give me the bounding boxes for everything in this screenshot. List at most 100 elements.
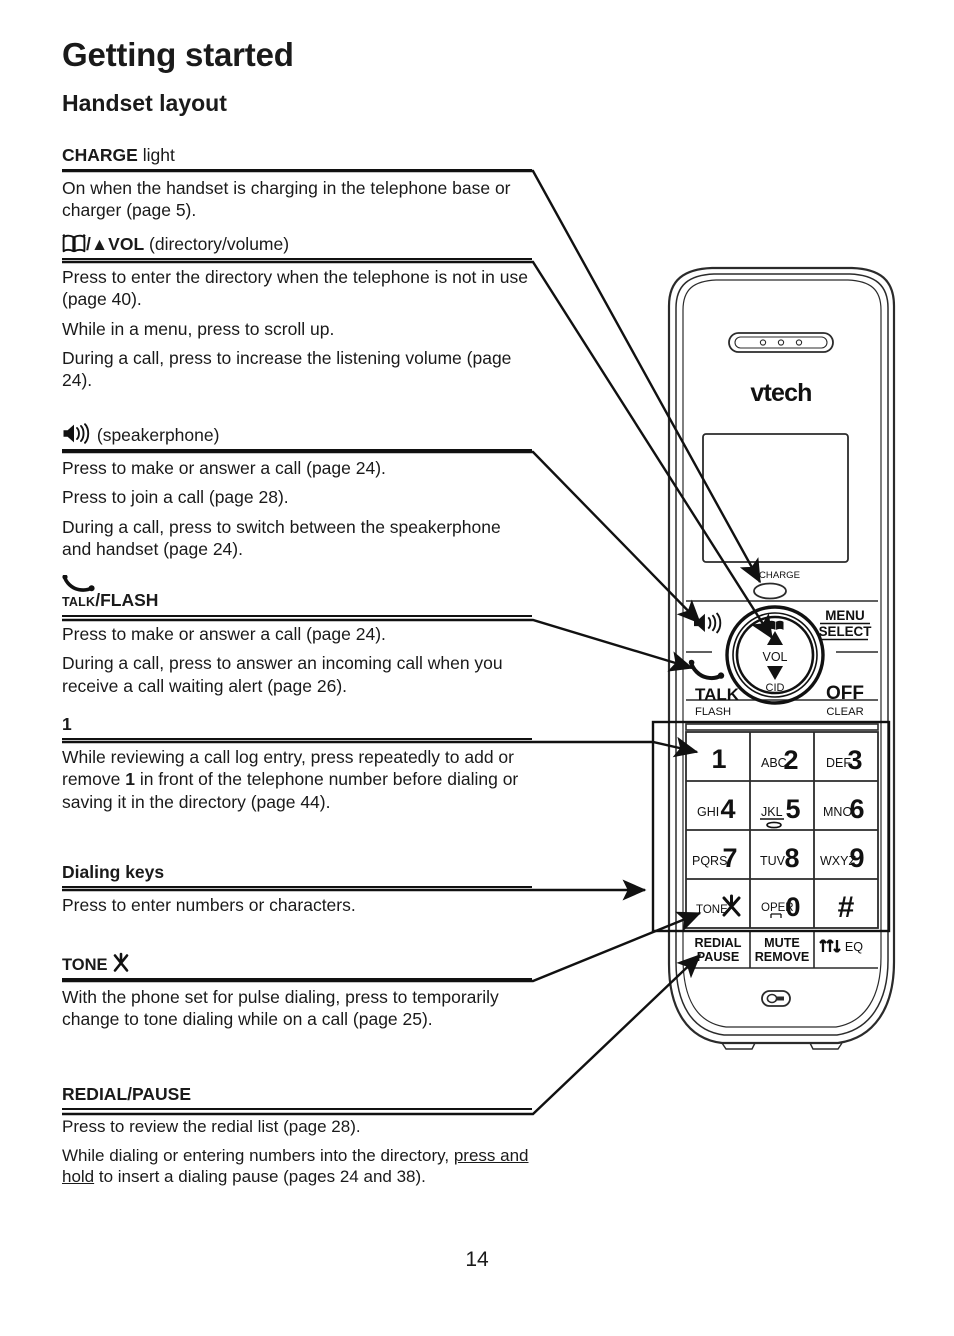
section-paragraph: With the phone set for pulse dialing, pr… [62, 986, 499, 1030]
key-5-letters: JKL [761, 805, 783, 819]
nav-vol-label: VOL [762, 650, 787, 664]
section-charge-light: CHARGE light On when the handset is char… [62, 145, 532, 222]
section-heading-bold: /▲VOL [86, 234, 145, 254]
section-paragraph: During a call, press to answer an incomi… [62, 653, 503, 696]
key-9-digit: 9 [849, 843, 864, 873]
section-key-one: 1 While reviewing a call log entry, pres… [62, 714, 532, 813]
inline-emphasis-press-hold: press and hold [62, 1145, 529, 1187]
page-number: 14 [465, 1248, 489, 1271]
section-heading-key-one: 1 [62, 714, 532, 738]
section-paragraph: While reviewing a call log entry, press … [62, 746, 519, 812]
key-7-digit: 7 [722, 843, 737, 873]
key-0-letters: OPER [761, 902, 794, 914]
speakerphone-icon [62, 423, 92, 444]
section-speakerphone: (speakerphone) Press to make or answer a… [62, 423, 532, 560]
redial-key-line1: REDIAL [695, 936, 742, 950]
clear-key-label: CLEAR [826, 706, 863, 718]
function-row: REDIAL PAUSE MUTE REMOVE EQ [686, 932, 878, 969]
talk-label-wrap: TALK [62, 574, 96, 612]
section-paragraph: Press to enter numbers or characters. [62, 894, 356, 915]
menu-key-label: MENU [825, 608, 864, 623]
key-5-nib [766, 821, 782, 829]
section-rule [62, 737, 532, 740]
charge-led [753, 582, 787, 600]
nav-cid-label: CID [766, 682, 785, 694]
section-heading-dialing-keys: Dialing keys [62, 862, 532, 886]
section-paragraph: Press to review the redial list (page 28… [62, 1116, 361, 1136]
key-6-letters: MNO [823, 805, 852, 819]
section-rule [62, 614, 532, 617]
section-paragraph: Press to make or answer a call (page 24)… [62, 623, 386, 644]
charge-label: CHARGE [759, 570, 800, 581]
talk-key-label: TALK [695, 685, 740, 704]
section-heading-rest: (directory/volume) [144, 234, 290, 254]
key-8-letters: TUV [760, 854, 786, 868]
section-directory-volume: /▲VOL (directory/volume) Press to enter … [62, 233, 532, 392]
section-heading-bold: 1 [62, 714, 72, 734]
section-rule [62, 257, 532, 260]
section-heading-rest: light [137, 145, 175, 165]
section-paragraph: During a call, press to switch between t… [62, 516, 501, 560]
section-heading-tone: TONE [62, 952, 532, 978]
flash-key-label: FLASH [695, 706, 731, 718]
directory-book-icon [62, 233, 86, 253]
key-4-letters: GHI [697, 805, 719, 819]
section-heading-bold: Dialing keys [62, 862, 165, 882]
talk-handset-icon [62, 574, 96, 592]
section-dialing-keys: Dialing keys Press to enter numbers or c… [62, 862, 532, 916]
section-paragraph: Press to make or answer a call (page 24)… [62, 457, 386, 478]
key-3-letters: DEF [826, 756, 851, 770]
section-paragraph: Press to join a call (page 28). [62, 487, 289, 508]
key-7-letters: PQRS [692, 854, 727, 868]
section-rule [62, 1107, 532, 1110]
section-heading-redial-pause: REDIAL/PAUSE [62, 1084, 532, 1108]
section-heading-bold: TONE [62, 956, 113, 974]
key-star-glyph [722, 894, 741, 917]
eq-key-label: EQ [845, 940, 863, 954]
off-key-label: OFF [826, 683, 864, 704]
lcd-screen [702, 433, 849, 563]
key-9-letters: WXYZ [820, 854, 856, 868]
keypad: 1 ABC 2 DEF 3 GHI 4 JKL 5 MNO 6 PQRS 7 T… [685, 723, 879, 929]
key-0-digit: 0 [785, 892, 800, 922]
section-heading-bold: /FLASH [95, 590, 159, 610]
section-heading-smallcaps: TALK [62, 595, 96, 609]
key-8-digit: 8 [784, 843, 799, 873]
manual-page: Getting started Handset layout CHARGE li… [0, 0, 954, 1336]
key-5-digit: 5 [785, 794, 800, 824]
section-heading-bold: REDIAL/PAUSE [62, 1084, 191, 1104]
key-star-letters: TONE [696, 904, 728, 916]
nav-down-arrow [767, 666, 783, 680]
section-talk-flash: TALK/FLASH Press to make or answer a cal… [62, 574, 532, 697]
section-paragraph: While in a menu, press to scroll up. [62, 318, 335, 339]
select-key-label: SELECT [819, 624, 873, 639]
section-rule [62, 448, 532, 451]
section-paragraph: While dialing or entering numbers into t… [62, 1145, 529, 1187]
key-6-digit: 6 [849, 794, 864, 824]
section-heading-charge-light: CHARGE light [62, 145, 532, 169]
section-heading-directory-volume: /▲VOL (directory/volume) [62, 233, 532, 258]
section-redial-pause: REDIAL/PAUSE Press to review the redial … [62, 1084, 532, 1188]
key-2-letters: ABC [761, 756, 787, 770]
handset-speakerphone-key [694, 612, 722, 634]
section-heading-rest: (speakerphone) [92, 425, 220, 445]
key-2-digit: 2 [783, 745, 798, 775]
key-hash-digit: # [838, 891, 855, 924]
key-1-digit: 1 [711, 744, 726, 774]
section-rule [62, 885, 532, 888]
section-tone: TONE With the phone set for pulse dialin… [62, 952, 532, 1031]
section-heading-speakerphone: (speakerphone) [62, 423, 532, 449]
chapter-title: Getting started [62, 36, 294, 73]
section-paragraph: During a call, press to increase the lis… [62, 348, 512, 391]
microphone [761, 990, 791, 1007]
section-heading-talk-flash: TALK/FLASH [62, 574, 532, 615]
section-paragraph: Press to enter the directory when the te… [62, 266, 528, 310]
key-3-digit: 3 [847, 745, 862, 775]
brand-logo: vtech [750, 379, 811, 407]
mute-key-line2: REMOVE [755, 950, 810, 964]
mute-key-line1: MUTE [764, 936, 800, 950]
section-rule [62, 977, 532, 980]
inline-emphasis-one: 1 [125, 769, 135, 790]
redial-key-line2: PAUSE [697, 950, 739, 964]
section-rule [62, 168, 532, 171]
